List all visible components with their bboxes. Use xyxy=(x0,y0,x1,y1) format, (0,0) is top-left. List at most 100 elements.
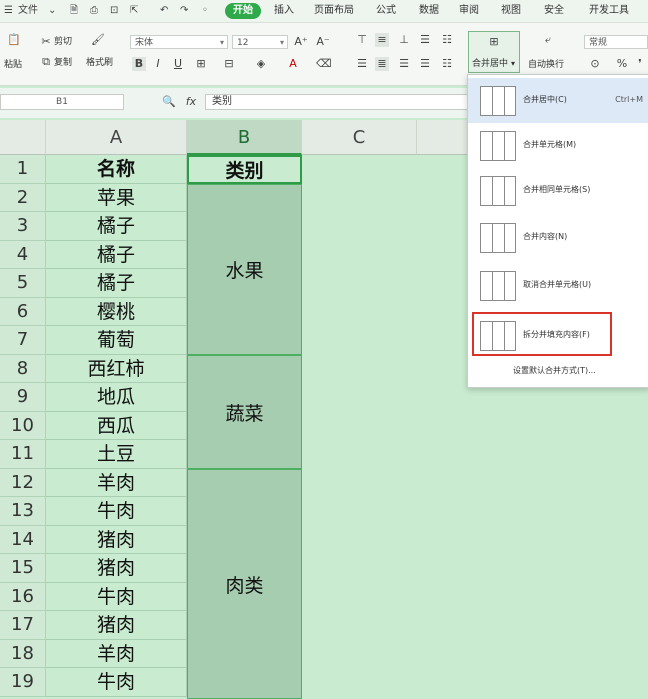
underline-icon[interactable]: U xyxy=(172,57,184,71)
indent-icon[interactable]: ☰ xyxy=(418,33,432,47)
increase-font-icon[interactable]: A⁺ xyxy=(294,35,308,49)
border-icon[interactable]: ⊞ xyxy=(194,57,208,71)
fx-icon[interactable]: fx xyxy=(182,95,200,109)
align-bottom-icon[interactable]: ⊥ xyxy=(397,33,411,47)
row-header[interactable]: 5 xyxy=(0,269,46,298)
clear-format-icon[interactable]: ⌫ xyxy=(316,57,332,71)
menu-icon[interactable]: ☰ xyxy=(4,4,13,18)
cell-a[interactable]: 羊肉 xyxy=(46,639,187,668)
file-menu[interactable]: 文件 xyxy=(18,4,38,18)
tab-security[interactable]: 安全 xyxy=(540,3,568,19)
align-right-icon[interactable]: ☰ xyxy=(397,57,411,71)
merged-cell-vegetable[interactable]: 蔬菜 xyxy=(187,355,302,469)
cell-a[interactable]: 樱桃 xyxy=(46,297,187,326)
font-color-icon[interactable]: A xyxy=(286,57,300,71)
menu-item-unmerge[interactable]: 取消合并单元格(U) xyxy=(468,263,648,308)
cut-button[interactable]: 剪切 xyxy=(54,36,72,48)
decrease-font-icon[interactable]: A⁻ xyxy=(316,35,330,49)
merged-cell-meat[interactable]: 肉类 xyxy=(187,469,302,699)
paste-label[interactable]: 粘贴 xyxy=(4,59,22,71)
cell-a[interactable]: 牛肉 xyxy=(46,668,187,697)
column-header-b[interactable]: B xyxy=(187,120,302,155)
row-header[interactable]: 3 xyxy=(0,212,46,241)
cell-a[interactable]: 地瓜 xyxy=(46,383,187,412)
tab-data[interactable]: 数据 xyxy=(415,3,443,19)
tab-review[interactable]: 审阅 xyxy=(455,3,483,19)
row-header[interactable]: 2 xyxy=(0,183,46,212)
distributed-icon[interactable]: ☷ xyxy=(440,57,454,71)
merged-cell-fruit[interactable]: 水果 xyxy=(187,184,302,355)
cell-a[interactable]: 苹果 xyxy=(46,183,187,212)
cell-a[interactable]: 西瓜 xyxy=(46,411,187,440)
menu-item-merge-center[interactable]: 合并居中(C) Ctrl+M xyxy=(468,78,648,123)
cell-a1[interactable]: 名称 xyxy=(46,155,187,184)
column-header-a[interactable]: A xyxy=(46,120,187,155)
cell-a[interactable]: 牛肉 xyxy=(46,582,187,611)
tab-formulas[interactable]: 公式 xyxy=(372,3,400,19)
menu-item-merge-content[interactable]: 合并内容(N) xyxy=(468,215,648,260)
export-icon[interactable]: ⇱ xyxy=(130,4,138,18)
cell-a[interactable]: 橘子 xyxy=(46,269,187,298)
percent-icon[interactable]: % xyxy=(616,57,628,71)
cell-a[interactable]: 橘子 xyxy=(46,212,187,241)
select-all-corner[interactable] xyxy=(0,120,46,155)
copy-icon[interactable]: ⧉ xyxy=(40,55,52,69)
number-format-select[interactable]: 常规 xyxy=(584,35,648,49)
wrap-text-icon[interactable]: ⤶ xyxy=(538,33,558,47)
row-header[interactable]: 11 xyxy=(0,440,46,469)
row-header[interactable]: 16 xyxy=(0,582,46,611)
align-top-icon[interactable]: ⊤ xyxy=(355,33,369,47)
cell-b1[interactable]: 类别 xyxy=(187,155,302,184)
align-center-icon[interactable]: ≣ xyxy=(375,57,389,71)
menu-item-merge-cells[interactable]: 合并单元格(M) xyxy=(468,123,648,168)
print-icon[interactable]: ⎙ xyxy=(90,4,98,18)
row-header[interactable]: 6 xyxy=(0,297,46,326)
justify-icon[interactable]: ☰ xyxy=(418,57,432,71)
row-header[interactable]: 9 xyxy=(0,383,46,412)
cell-a[interactable]: 猪肉 xyxy=(46,611,187,640)
undo-icon[interactable]: ↶ xyxy=(160,4,168,18)
chevron-down-icon[interactable]: ⌄ xyxy=(48,4,56,18)
menu-item-default-merge-settings[interactable]: 设置默认合并方式(T)... xyxy=(468,358,648,384)
name-box[interactable]: B1 xyxy=(0,94,124,110)
row-header[interactable]: 10 xyxy=(0,411,46,440)
cell-a[interactable]: 橘子 xyxy=(46,240,187,269)
wrap-text-button[interactable]: 自动换行 xyxy=(528,59,564,71)
paste-icon[interactable]: 📋 xyxy=(6,33,22,47)
row-header[interactable]: 19 xyxy=(0,668,46,697)
row-header[interactable]: 7 xyxy=(0,326,46,355)
cell-a[interactable]: 西红柿 xyxy=(46,354,187,383)
cell-a[interactable]: 羊肉 xyxy=(46,468,187,497)
tab-view[interactable]: 视图 xyxy=(497,3,525,19)
row-header[interactable]: 17 xyxy=(0,611,46,640)
column-header-c[interactable]: C xyxy=(302,120,417,155)
font-size-select[interactable]: 12 ▾ xyxy=(232,35,288,49)
fill-border-icon[interactable]: ⊟ xyxy=(222,57,236,71)
save-icon[interactable]: 🗎 xyxy=(70,4,78,18)
cell-a[interactable]: 猪肉 xyxy=(46,554,187,583)
tab-insert[interactable]: 插入 xyxy=(270,3,298,19)
cell-a[interactable]: 猪肉 xyxy=(46,525,187,554)
cell-a[interactable]: 葡萄 xyxy=(46,326,187,355)
row-header[interactable]: 18 xyxy=(0,639,46,668)
menu-item-merge-same[interactable]: 合并相同单元格(S) xyxy=(468,168,648,213)
row-header[interactable]: 12 xyxy=(0,468,46,497)
currency-icon[interactable]: ⊙ xyxy=(588,57,602,71)
scissors-icon[interactable]: ✂ xyxy=(40,35,52,49)
zoom-icon[interactable]: 🔍 xyxy=(162,95,176,109)
outdent-icon[interactable]: ☷ xyxy=(440,33,454,47)
fill-color-icon[interactable]: ◈ xyxy=(254,57,268,71)
more-icon[interactable]: ◦ xyxy=(202,4,208,18)
row-header[interactable]: 15 xyxy=(0,554,46,583)
tab-home[interactable]: 开始 xyxy=(225,3,261,19)
tab-page-layout[interactable]: 页面布局 xyxy=(310,3,358,19)
bold-icon[interactable]: B xyxy=(132,57,146,71)
row-header[interactable]: 8 xyxy=(0,354,46,383)
merge-center-button[interactable]: ⊞ 合并居中 ▾ xyxy=(468,31,520,73)
row-header[interactable]: 1 xyxy=(0,155,46,184)
cell-a[interactable]: 牛肉 xyxy=(46,497,187,526)
redo-icon[interactable]: ↷ xyxy=(180,4,188,18)
format-painter-icon[interactable]: 🖌 xyxy=(90,33,106,47)
row-header[interactable]: 4 xyxy=(0,240,46,269)
format-painter-button[interactable]: 格式刷 xyxy=(86,57,113,69)
